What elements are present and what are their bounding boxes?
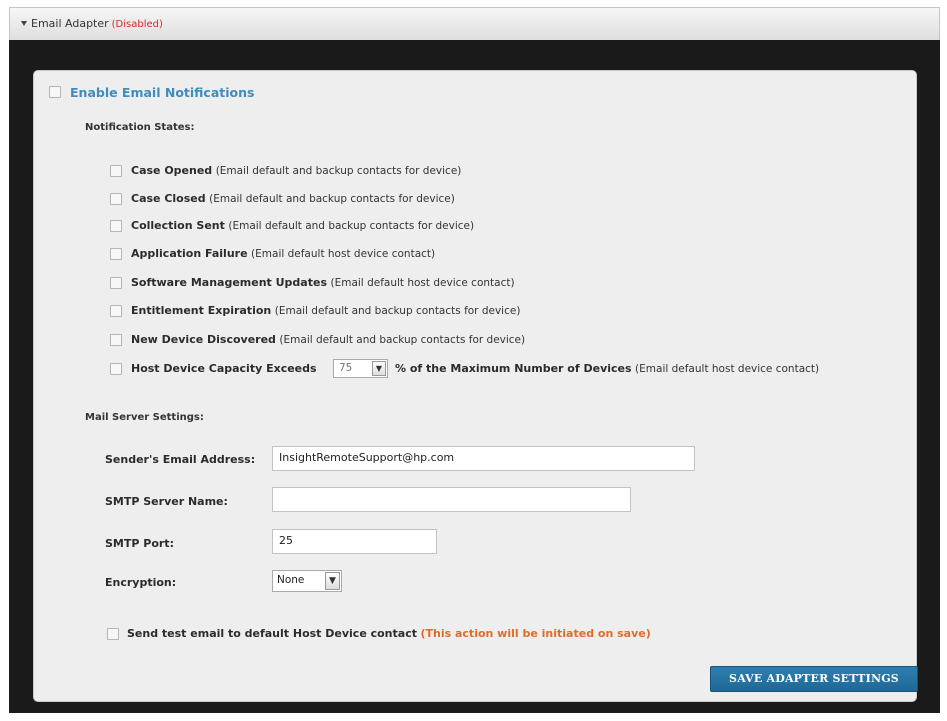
test-email-note: (This action will be initiated on save) (420, 627, 651, 640)
collection-sent-checkbox[interactable] (110, 220, 122, 232)
collapse-triangle-icon[interactable] (21, 21, 27, 26)
entitlement-expiration-label: Entitlement Expiration (Email default an… (131, 304, 521, 317)
application-failure-checkbox[interactable] (110, 248, 122, 260)
software-management-updates-label: Software Management Updates (Email defau… (131, 276, 515, 289)
send-test-email-checkbox[interactable] (107, 628, 119, 640)
host-capacity-prefix: Host Device Capacity Exceeds (131, 362, 317, 375)
host-capacity-suffix: % of the Maximum Number of Devices (Emai… (395, 362, 820, 375)
encryption-value: None (277, 574, 305, 586)
sender-email-input[interactable]: InsightRemoteSupport@hp.com (272, 446, 695, 471)
mail-server-heading: Mail Server Settings: (85, 412, 204, 423)
adapter-title: Email Adapter (Disabled) (31, 17, 163, 30)
notification-states-heading: Notification States: (85, 122, 195, 133)
chevron-down-icon[interactable]: ▼ (372, 361, 386, 376)
collection-sent-label: Collection Sent (Email default and backu… (131, 219, 475, 232)
save-adapter-settings-button[interactable]: SAVE ADAPTER SETTINGS (710, 666, 918, 692)
smtp-server-input[interactable] (272, 487, 631, 512)
sender-email-label: Sender's Email Address: (105, 453, 256, 466)
encryption-label: Encryption: (105, 576, 177, 589)
chevron-down-icon[interactable]: ▼ (325, 572, 340, 590)
new-device-discovered-label: New Device Discovered (Email default and… (131, 333, 526, 346)
new-device-discovered-checkbox[interactable] (110, 334, 122, 346)
encryption-select[interactable]: None ▼ (272, 570, 342, 592)
case-opened-checkbox[interactable] (110, 165, 122, 177)
application-failure-label: Application Failure (Email default host … (131, 247, 436, 260)
smtp-port-input[interactable]: 25 (272, 529, 437, 554)
enable-email-label: Enable Email Notifications (70, 85, 255, 100)
enable-email-checkbox[interactable] (49, 86, 61, 98)
case-closed-checkbox[interactable] (110, 193, 122, 205)
entitlement-expiration-checkbox[interactable] (110, 305, 122, 317)
case-opened-label: Case Opened (Email default and backup co… (131, 164, 462, 177)
adapter-header[interactable]: Email Adapter (Disabled) (9, 7, 940, 40)
case-closed-label: Case Closed (Email default and backup co… (131, 192, 455, 205)
smtp-server-label: SMTP Server Name: (105, 495, 228, 508)
smtp-port-label: SMTP Port: (105, 537, 174, 550)
software-management-updates-checkbox[interactable] (110, 277, 122, 289)
capacity-percent-value: 75 (339, 362, 353, 374)
capacity-percent-select[interactable]: 75 ▼ (333, 359, 388, 378)
adapter-state-label: (Disabled) (111, 19, 163, 30)
host-capacity-checkbox[interactable] (110, 363, 122, 375)
send-test-email-label: Send test email to default Host Device c… (127, 627, 651, 640)
